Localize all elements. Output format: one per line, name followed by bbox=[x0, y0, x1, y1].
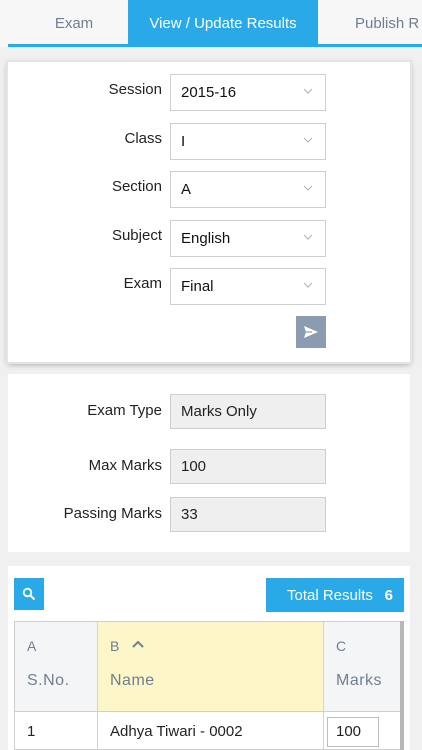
exam-label: Exam bbox=[123, 275, 162, 292]
column-header-sno[interactable]: A S.No. bbox=[15, 622, 98, 712]
section-select[interactable]: A bbox=[170, 171, 326, 208]
class-value: I bbox=[181, 133, 186, 150]
max-marks-label: Max Marks bbox=[88, 457, 162, 474]
cell-name: Adhya Tiwari - 0002 bbox=[98, 712, 324, 749]
column-letter: A bbox=[27, 638, 37, 654]
cell-marks: 100 bbox=[324, 712, 403, 749]
chevron-down-icon bbox=[303, 234, 313, 240]
tab-exam[interactable]: Exam bbox=[14, 0, 134, 47]
chevron-down-icon bbox=[303, 137, 313, 143]
max-marks-field: 100 bbox=[170, 449, 326, 484]
chevron-down-icon bbox=[303, 185, 313, 191]
exam-select[interactable]: Final bbox=[170, 268, 326, 305]
tab-publish-results[interactable]: Publish R bbox=[336, 0, 422, 47]
results-table: A S.No. B Name C Marks 1 Adhya Tiwari - … bbox=[14, 621, 404, 750]
chevron-down-icon bbox=[303, 88, 313, 94]
send-icon bbox=[304, 326, 318, 338]
session-label: Session bbox=[108, 81, 162, 98]
total-results-badge: Total Results 6 bbox=[266, 578, 404, 612]
column-header-marks[interactable]: C Marks bbox=[324, 622, 403, 712]
marks-input[interactable]: 100 bbox=[327, 716, 379, 747]
submit-button[interactable] bbox=[296, 316, 326, 348]
search-icon bbox=[22, 587, 36, 601]
passing-marks-label: Passing Marks bbox=[63, 505, 162, 522]
tab-bar: Exam View / Update Results Publish R bbox=[0, 0, 422, 47]
results-panel: Total Results 6 A S.No. B Name C Marks 1… bbox=[8, 566, 410, 750]
section-value: A bbox=[181, 181, 192, 198]
subject-label: Subject bbox=[111, 227, 162, 244]
search-button[interactable] bbox=[14, 578, 44, 610]
session-value: 2015-16 bbox=[181, 84, 237, 101]
class-select[interactable]: I bbox=[170, 123, 326, 160]
exam-value: Final bbox=[181, 278, 214, 295]
tab-underline bbox=[8, 44, 422, 47]
exam-type-field: Marks Only bbox=[170, 394, 326, 429]
column-header-name[interactable]: B Name bbox=[98, 622, 324, 712]
total-results-count: 6 bbox=[384, 586, 393, 604]
exam-info-panel: Exam Type Marks Only Max Marks 100 Passi… bbox=[8, 374, 410, 552]
subject-value: English bbox=[181, 230, 231, 247]
class-label: Class bbox=[124, 130, 162, 147]
subject-select[interactable]: English bbox=[170, 220, 326, 257]
column-letter: C bbox=[336, 638, 347, 654]
chevron-down-icon bbox=[303, 282, 313, 288]
session-select[interactable]: 2015-16 bbox=[170, 74, 326, 111]
filter-panel: Session 2015-16 Class I Section A Subjec… bbox=[8, 62, 410, 362]
column-name: Marks bbox=[336, 672, 383, 689]
column-name: Name bbox=[110, 672, 155, 689]
sort-ascending-icon bbox=[132, 640, 144, 648]
tab-view-update-results[interactable]: View / Update Results bbox=[128, 0, 318, 47]
section-label: Section bbox=[111, 178, 162, 195]
cell-sno: 1 bbox=[15, 712, 98, 749]
column-name: S.No. bbox=[27, 672, 70, 689]
total-results-label: Total Results bbox=[287, 586, 373, 604]
column-letter: B bbox=[110, 638, 120, 654]
table-scrollbar[interactable] bbox=[400, 621, 404, 750]
passing-marks-field: 33 bbox=[170, 497, 326, 532]
exam-type-label: Exam Type bbox=[87, 402, 162, 419]
